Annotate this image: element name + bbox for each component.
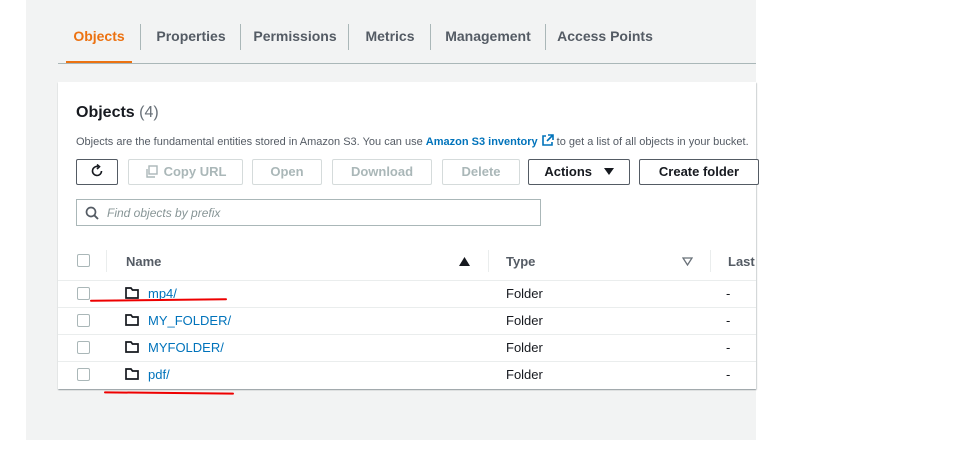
column-divider <box>488 250 489 272</box>
folder-icon <box>125 314 139 326</box>
description-text: Objects are the fundamental entities sto… <box>76 136 423 148</box>
tab-access-points[interactable]: Access Points <box>555 14 655 60</box>
table-row[interactable]: MYFOLDER/ Folder - <box>58 334 756 362</box>
open-button[interactable]: Open <box>252 159 322 185</box>
folder-icon <box>125 368 139 380</box>
search-input[interactable] <box>105 202 529 224</box>
folder-link[interactable]: MYFOLDER/ <box>148 340 224 355</box>
folder-link[interactable]: MY_FOLDER/ <box>148 313 231 328</box>
actions-dropdown[interactable]: Actions <box>528 159 630 185</box>
delete-button[interactable]: Delete <box>442 159 520 185</box>
copy-url-button[interactable]: Copy URL <box>128 159 243 185</box>
tab-divider <box>348 24 349 50</box>
tab-metrics[interactable]: Metrics <box>358 14 422 60</box>
table-header: Name Type Last <box>58 242 756 281</box>
row-type: Folder <box>506 340 543 355</box>
objects-panel: Objects (4) Objects are the fundamental … <box>58 82 759 389</box>
row-type: Folder <box>506 367 543 382</box>
refresh-icon <box>91 163 103 177</box>
folder-link[interactable]: pdf/ <box>148 367 170 382</box>
tab-divider <box>140 24 141 50</box>
tab-management[interactable]: Management <box>440 14 536 60</box>
actions-label: Actions <box>544 164 593 179</box>
column-header-type[interactable]: Type <box>506 254 535 269</box>
row-last-modified: - <box>726 340 731 355</box>
column-header-last-modified[interactable]: Last <box>728 254 755 269</box>
tab-permissions[interactable]: Permissions <box>250 14 340 60</box>
create-folder-button[interactable]: Create folder <box>639 159 759 185</box>
table-row[interactable]: pdf/ Folder - <box>58 361 756 388</box>
caret-down-icon <box>603 168 614 175</box>
search-icon <box>85 206 99 220</box>
copy-url-label: Copy URL <box>163 164 227 179</box>
panel-title-text: Objects <box>76 104 135 121</box>
folder-icon <box>125 341 139 353</box>
row-checkbox[interactable] <box>77 368 90 381</box>
row-last-modified: - <box>726 367 731 382</box>
table-row[interactable]: mp4/ Folder - <box>58 280 756 308</box>
row-type: Folder <box>506 313 543 328</box>
row-last-modified: - <box>726 313 731 328</box>
tab-bar: Objects Properties Permissions Metrics M… <box>58 14 756 64</box>
object-count: (4) <box>139 104 159 121</box>
external-link-icon[interactable] <box>541 134 554 147</box>
column-header-name[interactable]: Name <box>126 254 161 269</box>
row-last-modified: - <box>726 286 731 301</box>
copy-icon <box>145 165 158 178</box>
row-checkbox[interactable] <box>77 341 90 354</box>
column-divider <box>710 250 711 272</box>
tab-objects[interactable]: Objects <box>66 14 132 63</box>
tab-divider <box>240 24 241 50</box>
s3-inventory-link[interactable]: Amazon S3 inventory <box>426 136 538 148</box>
sort-ascending-icon[interactable] <box>459 257 470 266</box>
tab-properties[interactable]: Properties <box>150 14 232 60</box>
column-divider <box>106 250 107 272</box>
download-button[interactable]: Download <box>332 159 432 185</box>
tab-divider <box>545 24 546 50</box>
refresh-button[interactable] <box>76 159 118 185</box>
row-checkbox[interactable] <box>77 287 90 300</box>
description-suffix: to get a list of all objects in your buc… <box>556 136 749 148</box>
row-type: Folder <box>506 286 543 301</box>
panel-description: Objects are the fundamental entities sto… <box>76 134 749 148</box>
row-checkbox[interactable] <box>77 314 90 327</box>
table-row[interactable]: MY_FOLDER/ Folder - <box>58 307 756 335</box>
tab-divider <box>430 24 431 50</box>
select-all-checkbox[interactable] <box>77 254 90 267</box>
search-box <box>76 199 541 226</box>
folder-icon <box>125 287 139 299</box>
sort-unsorted-icon[interactable] <box>682 257 693 266</box>
panel-title: Objects (4) <box>76 104 159 122</box>
